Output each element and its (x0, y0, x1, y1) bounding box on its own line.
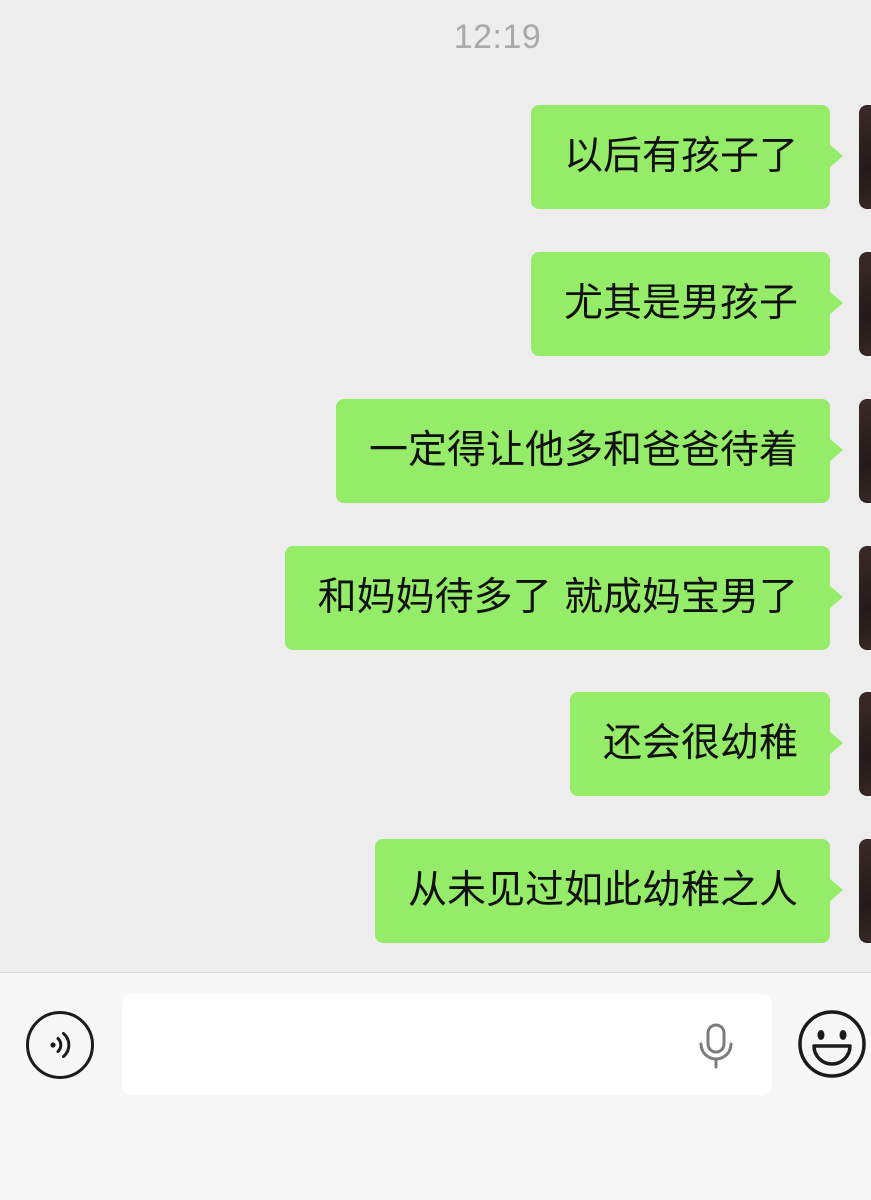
message-text-input[interactable] (140, 994, 684, 1097)
chat-input-bar (0, 972, 871, 1200)
microphone-icon[interactable] (696, 1023, 736, 1069)
user-avatar[interactable] (859, 692, 871, 796)
user-avatar[interactable] (859, 839, 871, 943)
message-input-box[interactable] (122, 994, 772, 1097)
emoji-smile-icon[interactable] (797, 1009, 867, 1079)
user-avatar[interactable] (859, 399, 871, 503)
sent-message-bubble[interactable]: 一定得让他多和爸爸待着 (335, 399, 844, 503)
sent-message-bubble[interactable]: 以后有孩子了 (530, 105, 844, 209)
sent-message-bubble[interactable]: 尤其是男孩子 (530, 252, 844, 356)
sent-message-bubble[interactable]: 从未见过如此幼稚之人 (374, 839, 844, 943)
user-avatar[interactable] (859, 546, 871, 650)
voice-mode-icon (50, 1032, 71, 1058)
chat-screen: 12:19 以后有孩子了 尤其是男孩子 一定得让他多和爸爸待着 和妈妈待多了 就… (0, 0, 871, 1200)
voice-mode-button[interactable] (26, 1011, 94, 1079)
message-timestamp: 12:19 (453, 18, 542, 56)
sent-message-bubble[interactable]: 和妈妈待多了 就成妈宝男了 (284, 546, 844, 650)
user-avatar[interactable] (859, 105, 871, 209)
sent-message-bubble[interactable]: 还会很幼稚 (569, 692, 844, 796)
user-avatar[interactable] (859, 252, 871, 356)
